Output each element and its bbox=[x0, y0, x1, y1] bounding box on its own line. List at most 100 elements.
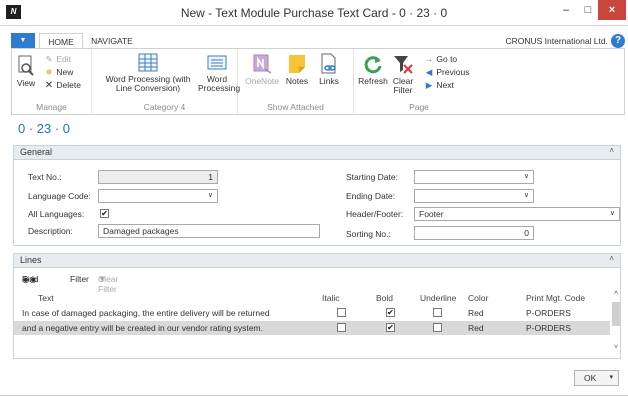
grid-header-row: Text Italic Bold Underline Color Print M… bbox=[14, 291, 610, 305]
cell-text[interactable]: and a negative entry will be created in … bbox=[22, 321, 263, 335]
sorting-no-field[interactable]: 0 bbox=[414, 226, 534, 240]
links-label: Links bbox=[319, 76, 339, 86]
view-button[interactable]: View bbox=[14, 55, 38, 88]
underline-checkbox[interactable] bbox=[433, 323, 442, 332]
onenote-button[interactable]: OneNote bbox=[242, 53, 282, 86]
column-header-bold[interactable]: Bold bbox=[376, 291, 393, 305]
minimize-button[interactable]: – bbox=[555, 0, 577, 20]
cell-text[interactable]: In case of damaged packaging, the entire… bbox=[22, 306, 270, 320]
column-header-italic[interactable]: Italic bbox=[322, 291, 339, 305]
notes-label: Notes bbox=[285, 76, 309, 86]
chevron-down-icon: ∨ bbox=[207, 192, 213, 199]
notes-button[interactable]: Notes bbox=[282, 53, 312, 86]
ok-button[interactable]: OK ▾ bbox=[574, 370, 619, 386]
new-button[interactable]: ✵ New bbox=[44, 67, 73, 78]
tab-navigate[interactable]: NAVIGATE bbox=[84, 33, 140, 49]
column-header-print-mgt-code[interactable]: Print Mgt. Code bbox=[526, 291, 585, 305]
new-label: New bbox=[56, 67, 74, 77]
starting-date-field[interactable]: ∨ bbox=[414, 170, 534, 184]
company-name[interactable]: CRONUS International Ltd. bbox=[505, 33, 608, 49]
cell-color[interactable]: Red bbox=[468, 321, 484, 335]
document-lines-icon bbox=[207, 55, 227, 70]
ribbon: View ✎ Edit ✵ New ✕ Delete Manage Word P… bbox=[11, 48, 625, 115]
chevron-down-icon: ∨ bbox=[523, 192, 529, 199]
triangle-left-icon: ◀ bbox=[425, 67, 433, 77]
word-conv-label-2: Line Conversion) bbox=[115, 83, 181, 93]
all-languages-checkbox[interactable]: ✔ bbox=[100, 209, 109, 218]
general-title: General bbox=[20, 147, 53, 157]
header-footer-field[interactable]: Footer ∨ bbox=[414, 207, 620, 221]
word-processing-button[interactable]: Word Processing bbox=[198, 53, 240, 93]
new-document-icon: ✵ bbox=[45, 67, 53, 77]
links-button[interactable]: Links bbox=[314, 53, 344, 86]
next-button[interactable]: ▶ Next bbox=[424, 80, 454, 91]
table-row[interactable]: In case of damaged packaging, the entire… bbox=[14, 306, 610, 320]
column-header-color[interactable]: Color bbox=[468, 291, 488, 305]
next-label: Next bbox=[436, 80, 454, 90]
cell-color[interactable]: Red bbox=[468, 306, 484, 320]
go-to-button[interactable]: → Go to bbox=[424, 54, 457, 64]
ribbon-group-page: Refresh Clear Filter → Go to ◀ Previous … bbox=[354, 49, 484, 115]
help-icon[interactable]: ? bbox=[611, 34, 625, 48]
scroll-down-icon[interactable]: ˅ bbox=[611, 344, 621, 354]
group-label-category4: Category 4 bbox=[143, 102, 186, 112]
text-no-field: 1 bbox=[98, 170, 218, 184]
scroll-up-icon[interactable]: ˄ bbox=[611, 290, 621, 300]
collapse-chevron-icon[interactable]: ˄ bbox=[609, 254, 614, 263]
tab-home[interactable]: HOME bbox=[39, 33, 83, 49]
chevron-down-icon: ∨ bbox=[523, 173, 529, 180]
lines-toolbar: ◉◉ Find Filter ▼ Clear Filter bbox=[14, 274, 620, 294]
ribbon-group-show-attached: OneNote Notes Links Show Attached bbox=[238, 49, 354, 115]
previous-button[interactable]: ◀ Previous bbox=[424, 67, 470, 78]
view-icon bbox=[18, 55, 34, 76]
previous-label: Previous bbox=[436, 67, 470, 77]
lines-fasttab-header[interactable]: Lines ˄ bbox=[14, 254, 620, 268]
delete-button[interactable]: ✕ Delete bbox=[44, 80, 81, 91]
text-no-label: Text No.: bbox=[28, 172, 62, 182]
description-value: Damaged packages bbox=[103, 226, 179, 236]
word-processing-line-conversion-button[interactable]: Word Processing (with Line Conversion) bbox=[98, 53, 198, 93]
italic-checkbox[interactable] bbox=[337, 308, 346, 317]
note-icon bbox=[289, 55, 305, 73]
table-document-icon bbox=[138, 53, 158, 72]
cell-print-mgt-code[interactable]: P-ORDERS bbox=[526, 321, 571, 335]
ending-date-label: Ending Date: bbox=[346, 191, 396, 201]
arrow-right-icon: → bbox=[424, 54, 434, 64]
cell-print-mgt-code[interactable]: P-ORDERS bbox=[526, 306, 571, 320]
column-header-underline[interactable]: Underline bbox=[420, 291, 456, 305]
bold-checkbox[interactable]: ✔ bbox=[386, 308, 395, 317]
column-header-text[interactable]: Text bbox=[38, 291, 54, 305]
table-row[interactable]: and a negative entry will be created in … bbox=[14, 321, 610, 335]
onenote-icon bbox=[253, 54, 272, 74]
edit-label: Edit bbox=[56, 54, 72, 64]
group-label-manage: Manage bbox=[36, 102, 67, 112]
application-menu-button[interactable]: ▼ bbox=[11, 33, 35, 49]
description-field[interactable]: Damaged packages bbox=[98, 224, 320, 238]
scrollbar-thumb[interactable] bbox=[612, 302, 620, 326]
filter-button[interactable]: Filter bbox=[70, 274, 89, 284]
edit-button[interactable]: ✎ Edit bbox=[44, 54, 71, 65]
ending-date-field[interactable]: ∨ bbox=[414, 189, 534, 203]
find-label: Find bbox=[22, 274, 39, 284]
collapse-chevron-icon[interactable]: ˄ bbox=[609, 146, 614, 155]
language-code-field[interactable]: ∨ bbox=[98, 189, 218, 203]
maximize-button[interactable]: □ bbox=[578, 0, 598, 20]
go-to-label: Go to bbox=[436, 54, 458, 64]
italic-checkbox[interactable] bbox=[337, 323, 346, 332]
refresh-button[interactable]: Refresh bbox=[356, 53, 390, 86]
underline-checkbox[interactable] bbox=[433, 308, 442, 317]
close-button[interactable]: × bbox=[598, 0, 626, 20]
clear-filter-icon bbox=[394, 56, 413, 74]
refresh-label: Refresh bbox=[358, 76, 388, 86]
general-fasttab-header[interactable]: General ˄ bbox=[14, 146, 620, 160]
ribbon-group-manage: View ✎ Edit ✵ New ✕ Delete Manage bbox=[12, 49, 92, 115]
clear-filter-button[interactable]: Clear Filter bbox=[390, 53, 416, 95]
lines-scrollbar[interactable]: ˄ ˅ bbox=[611, 290, 621, 356]
chevron-down-icon: ∨ bbox=[609, 210, 615, 217]
bold-checkbox[interactable]: ✔ bbox=[386, 323, 395, 332]
word-proc-label-2: Processing bbox=[198, 83, 241, 93]
link-document-icon bbox=[321, 53, 336, 74]
chevron-down-icon[interactable]: ▾ bbox=[609, 371, 613, 385]
starting-date-label: Starting Date: bbox=[346, 172, 398, 182]
all-languages-label: All Languages: bbox=[28, 209, 85, 219]
